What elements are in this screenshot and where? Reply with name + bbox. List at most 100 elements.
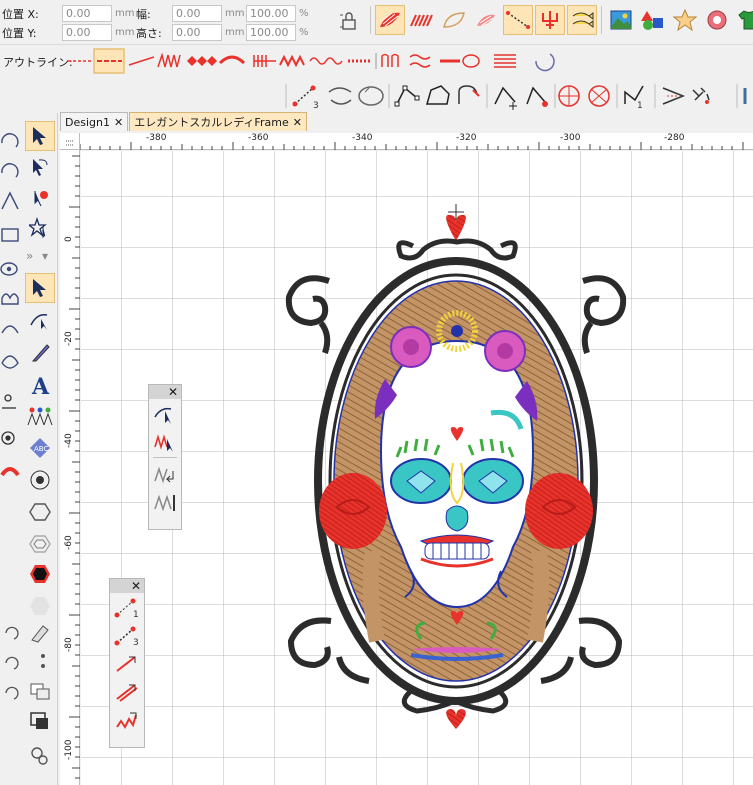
leaf-outline-icon[interactable]	[439, 5, 469, 35]
line-count-label: 3	[133, 638, 139, 647]
edit-node-tool[interactable]	[25, 273, 55, 303]
toolbar-separator	[370, 6, 371, 34]
select-tool[interactable]	[25, 121, 55, 151]
scale-height-input[interactable]: 100.00	[246, 24, 296, 41]
position-y-input[interactable]: 0.00	[62, 24, 112, 41]
scatter-stitch-icon	[692, 87, 710, 104]
ruler-label: -380	[146, 133, 167, 143]
ruler-label: -80	[64, 637, 74, 652]
dots-tool[interactable]	[25, 646, 55, 676]
braid-right	[527, 549, 550, 643]
outline-toolbar: アウトライン:	[0, 44, 753, 76]
position-panel: 位置 X: 0.00 mm 幅: 0.00 mm 100.00 % 位置 Y: …	[0, 0, 365, 42]
hexagon-outline-tool[interactable]	[25, 497, 55, 527]
arch-fill-icon	[0, 467, 20, 477]
position-x-unit: mm	[115, 8, 135, 19]
scale-width-input[interactable]: 100.00	[246, 5, 296, 22]
star-select-tool[interactable]	[25, 213, 55, 243]
satin-fill-icon[interactable]	[375, 5, 405, 35]
settings-tool[interactable]	[25, 741, 55, 771]
ruler-vertical: 0 -20 -40 -60 -80 -100	[60, 150, 80, 785]
target-icon	[5, 435, 11, 441]
shirt-icon[interactable]	[734, 5, 753, 35]
width-unit: mm	[225, 8, 245, 19]
arc-tool-icon	[458, 85, 480, 104]
width-input[interactable]: 0.00	[172, 5, 222, 22]
rose-right	[525, 473, 593, 549]
lasso-select-tool[interactable]	[25, 153, 55, 183]
stitch-direction-button[interactable]	[149, 460, 181, 487]
stitch-end-button[interactable]	[149, 488, 181, 515]
tab-label: Design1	[65, 115, 110, 129]
text-tool[interactable]: A	[25, 371, 55, 401]
line-tool-icon: 3	[292, 85, 319, 111]
hexagon-fill-tool[interactable]	[25, 559, 55, 589]
pen-select-tool[interactable]	[25, 183, 55, 213]
tab-design1[interactable]: Design1 ✕	[60, 112, 129, 131]
picture-icon[interactable]	[606, 5, 636, 35]
star-motif-icon[interactable]	[670, 5, 700, 35]
people-lettering-tool[interactable]	[25, 401, 55, 431]
polyline-tool-icon	[394, 85, 420, 107]
reshape-tool[interactable]	[25, 305, 55, 335]
line-single-button[interactable]: 1	[111, 594, 143, 621]
multi-line-icon	[494, 54, 516, 68]
polygon-tool-icon	[426, 85, 450, 105]
position-x-label: 位置 X:	[2, 7, 39, 21]
tatami-fill-icon[interactable]	[407, 5, 437, 35]
outline-style-strip	[68, 48, 555, 74]
circle-grid-icon	[558, 85, 580, 107]
close-icon[interactable]: ✕	[114, 116, 123, 129]
position-x-input[interactable]: 0.00	[62, 5, 112, 22]
lock-proportion-icon[interactable]	[338, 10, 360, 32]
ruler-label: -20	[64, 331, 74, 346]
rose-left	[319, 473, 387, 549]
tab-skull-lady-frame[interactable]: エレガントスカルレディFrame ✕	[129, 112, 307, 131]
reshape-panel-button[interactable]	[149, 400, 181, 427]
close-icon[interactable]: ✕	[131, 579, 141, 593]
shapes-icon[interactable]	[638, 5, 668, 35]
monogram-tool[interactable]: ABC	[25, 433, 55, 463]
panel-header: ✕	[149, 385, 181, 399]
height-input[interactable]: 0.00	[172, 24, 222, 41]
flower-left	[390, 326, 432, 368]
position-y-label: 位置 Y:	[2, 26, 37, 40]
diamond-line-icon	[186, 55, 218, 67]
svg-text:1: 1	[637, 101, 643, 111]
hexagon-light-tool[interactable]	[25, 591, 55, 621]
layer-tool[interactable]	[25, 706, 55, 736]
rotate-right-icon	[1, 163, 19, 178]
circle-target-tool[interactable]	[25, 465, 55, 495]
emblem-icon[interactable]	[702, 5, 732, 35]
close-icon[interactable]: ✕	[293, 116, 302, 129]
svg-text:A: A	[31, 374, 50, 398]
cross-stitch-icon[interactable]	[503, 5, 533, 35]
fish-motif-icon[interactable]	[567, 5, 597, 35]
floating-panel-edit: ✕	[148, 384, 182, 530]
close-icon[interactable]: ✕	[168, 385, 178, 399]
line-triple-button[interactable]: 3	[111, 622, 143, 649]
line-zigzag-arrow-button[interactable]	[111, 706, 143, 733]
eraser-tool[interactable]	[25, 618, 55, 648]
triangle-node-icon	[1, 191, 19, 210]
chevron-down-icon[interactable]: ▾	[42, 249, 48, 263]
tab-label: エレガントスカルレディFrame	[134, 116, 289, 129]
ruler-label: -340	[352, 133, 373, 143]
comb-line-icon	[253, 55, 276, 67]
chevron-right-icon[interactable]: »	[26, 249, 33, 263]
ruler-label: -100	[64, 739, 74, 760]
line-arrow-button[interactable]	[111, 650, 143, 677]
rectangle-select-tool[interactable]	[25, 676, 55, 706]
line-double-arrow-button[interactable]	[111, 678, 143, 705]
offset-outline-tool[interactable]	[25, 529, 55, 559]
contour-fill-icon[interactable]	[471, 5, 501, 35]
svg-text:ABC: ABC	[34, 445, 48, 453]
edit-tools-strip: 3 1	[285, 84, 747, 111]
left-edge-toolbar	[0, 113, 22, 785]
trident-stitch-icon[interactable]	[535, 5, 565, 35]
height-unit: mm	[225, 27, 245, 38]
knife-tool[interactable]	[25, 337, 55, 367]
ruler-label: -280	[664, 133, 685, 143]
tool-palette: » ▾ A ABC	[22, 113, 58, 785]
zigzag-select-button[interactable]	[149, 428, 181, 455]
